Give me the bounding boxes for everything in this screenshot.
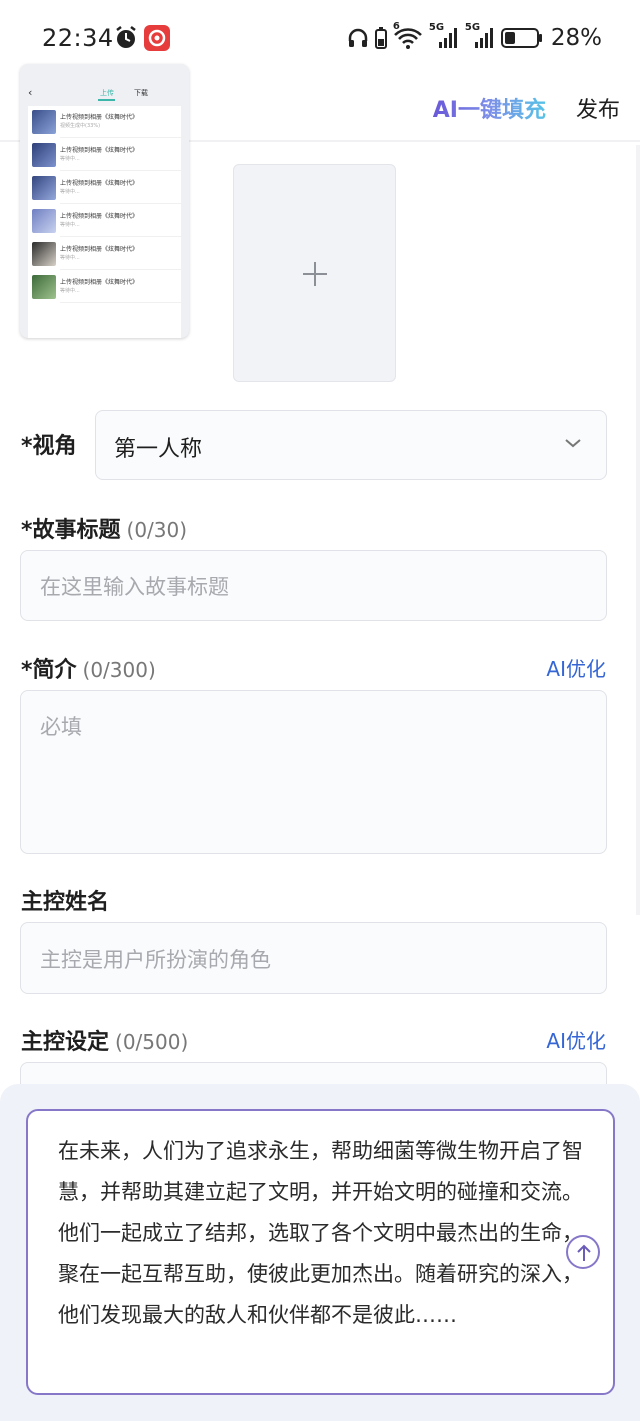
divider [60,302,185,303]
battery-icon [500,28,542,48]
network-label-1: 5G [428,22,445,33]
video-thumbnail [32,275,56,299]
list-item: 上传视频到相册《炫舞时代》 等待中... [32,143,185,173]
divider [60,203,185,204]
story-prompt-text: 在未来，人们为了追求永生，帮助细菌等微生物开启了智慧，并帮助其建立起了文明，并开… [58,1139,583,1327]
story-title-placeholder: 在这里输入故事标题 [40,575,229,599]
list-item-status: 等待中... [60,288,80,294]
intro-label-text: *简介 [21,658,77,683]
story-title-label-text: *故事标题 [21,518,121,543]
list-item-title: 上传视频到相册《炫舞时代》 [60,279,139,286]
network-label-2: 5G [464,22,481,33]
intro-count: (0/300) [82,658,156,682]
list-item-title: 上传视频到相册《炫舞时代》 [60,246,139,253]
story-title-count: (0/30) [126,518,188,542]
story-title-label: *故事标题 (0/30) [21,512,187,544]
list-item-title: 上传视频到相册《炫舞时代》 [60,180,139,187]
divider [60,236,185,237]
perspective-label: *视角 [21,434,77,459]
protagonist-setting-ai-optimize-button[interactable]: AI优化 [546,1025,606,1054]
story-title-input[interactable]: 在这里输入故事标题 [20,550,607,621]
netease-music-icon [144,25,170,51]
protagonist-name-placeholder: 主控是用户所扮演的角色 [40,948,271,972]
arrow-up-icon [577,1244,591,1261]
wifi-icon: 6 [393,21,423,49]
divider [60,269,185,270]
scrollbar[interactable] [636,145,640,915]
video-thumbnail [32,242,56,266]
status-right-group: 6 5G 5G 28% [347,21,602,51]
protagonist-setting-count: (0/500) [115,1030,189,1054]
intro-ai-optimize-button[interactable]: AI优化 [546,653,606,682]
floating-window-thumbnail[interactable]: ‹ 上传 下载 上传视频到相册《炫舞时代》 视频生成中(33%) 上传视频到相册… [20,64,189,338]
protagonist-name-label: 主控姓名 [21,890,110,915]
wifi-label: 6 [392,21,400,32]
add-image-button[interactable] [233,164,396,382]
list-item: 上传视频到相册《炫舞时代》 等待中... [32,242,185,272]
signal-icon-2: 5G [465,22,495,50]
scroll-up-button[interactable] [566,1235,600,1269]
divider [60,170,185,171]
chevron-down-icon [565,439,581,448]
list-item-status: 等待中... [60,222,80,228]
battery-small-icon [374,27,387,49]
protagonist-setting-label-text: 主控设定 [21,1030,110,1055]
list-item: 上传视频到相册《炫舞时代》 视频生成中(33%) [32,110,185,140]
signal-icon: 5G [429,22,459,50]
protagonist-name-input[interactable]: 主控是用户所扮演的角色 [20,922,607,994]
ai-fill-button[interactable]: AI一键填充 [433,92,546,124]
list-item-title: 上传视频到相册《炫舞时代》 [60,147,139,154]
plus-icon [303,262,327,286]
divider [60,137,185,138]
list-item-title: 上传视频到相册《炫舞时代》 [60,213,139,220]
intro-label: *简介 (0/300) [21,652,156,684]
battery-percent: 28% [550,25,602,51]
list-item: 上传视频到相册《炫舞时代》 等待中... [32,275,185,305]
perspective-value: 第一人称 [114,437,203,462]
list-item-title: 上传视频到相册《炫舞时代》 [60,114,139,121]
list-item: 上传视频到相册《炫舞时代》 等待中... [32,209,185,239]
mini-tab-download: 下载 [134,89,148,97]
video-thumbnail [32,209,56,233]
alarm-icon [116,26,136,48]
perspective-select[interactable]: 第一人称 [95,410,607,480]
list-item-status: 等待中... [60,255,80,261]
list-item-status: 等待中... [60,156,80,162]
mini-list: 上传视频到相册《炫舞时代》 视频生成中(33%) 上传视频到相册《炫舞时代》 等… [28,106,185,338]
intro-placeholder: 必填 [40,715,82,739]
list-item: 上传视频到相册《炫舞时代》 等待中... [32,176,185,206]
protagonist-setting-label: 主控设定 (0/500) [21,1024,188,1056]
list-item-status: 视频生成中(33%) [60,123,101,129]
list-item-status: 等待中... [60,189,80,195]
video-thumbnail [32,110,56,134]
back-icon: ‹ [28,86,33,99]
headphones-icon [348,28,368,47]
intro-textarea[interactable]: 必填 [20,690,607,854]
mini-tab-upload: 上传 [100,89,114,97]
mini-tab-indicator [98,99,115,101]
story-prompt-box[interactable]: 在未来，人们为了追求永生，帮助细菌等微生物开启了智慧，并帮助其建立起了文明，并开… [26,1109,615,1395]
status-time: 22:34 [42,24,114,52]
publish-button[interactable]: 发布 [576,92,620,124]
video-thumbnail [32,143,56,167]
video-thumbnail [32,176,56,200]
